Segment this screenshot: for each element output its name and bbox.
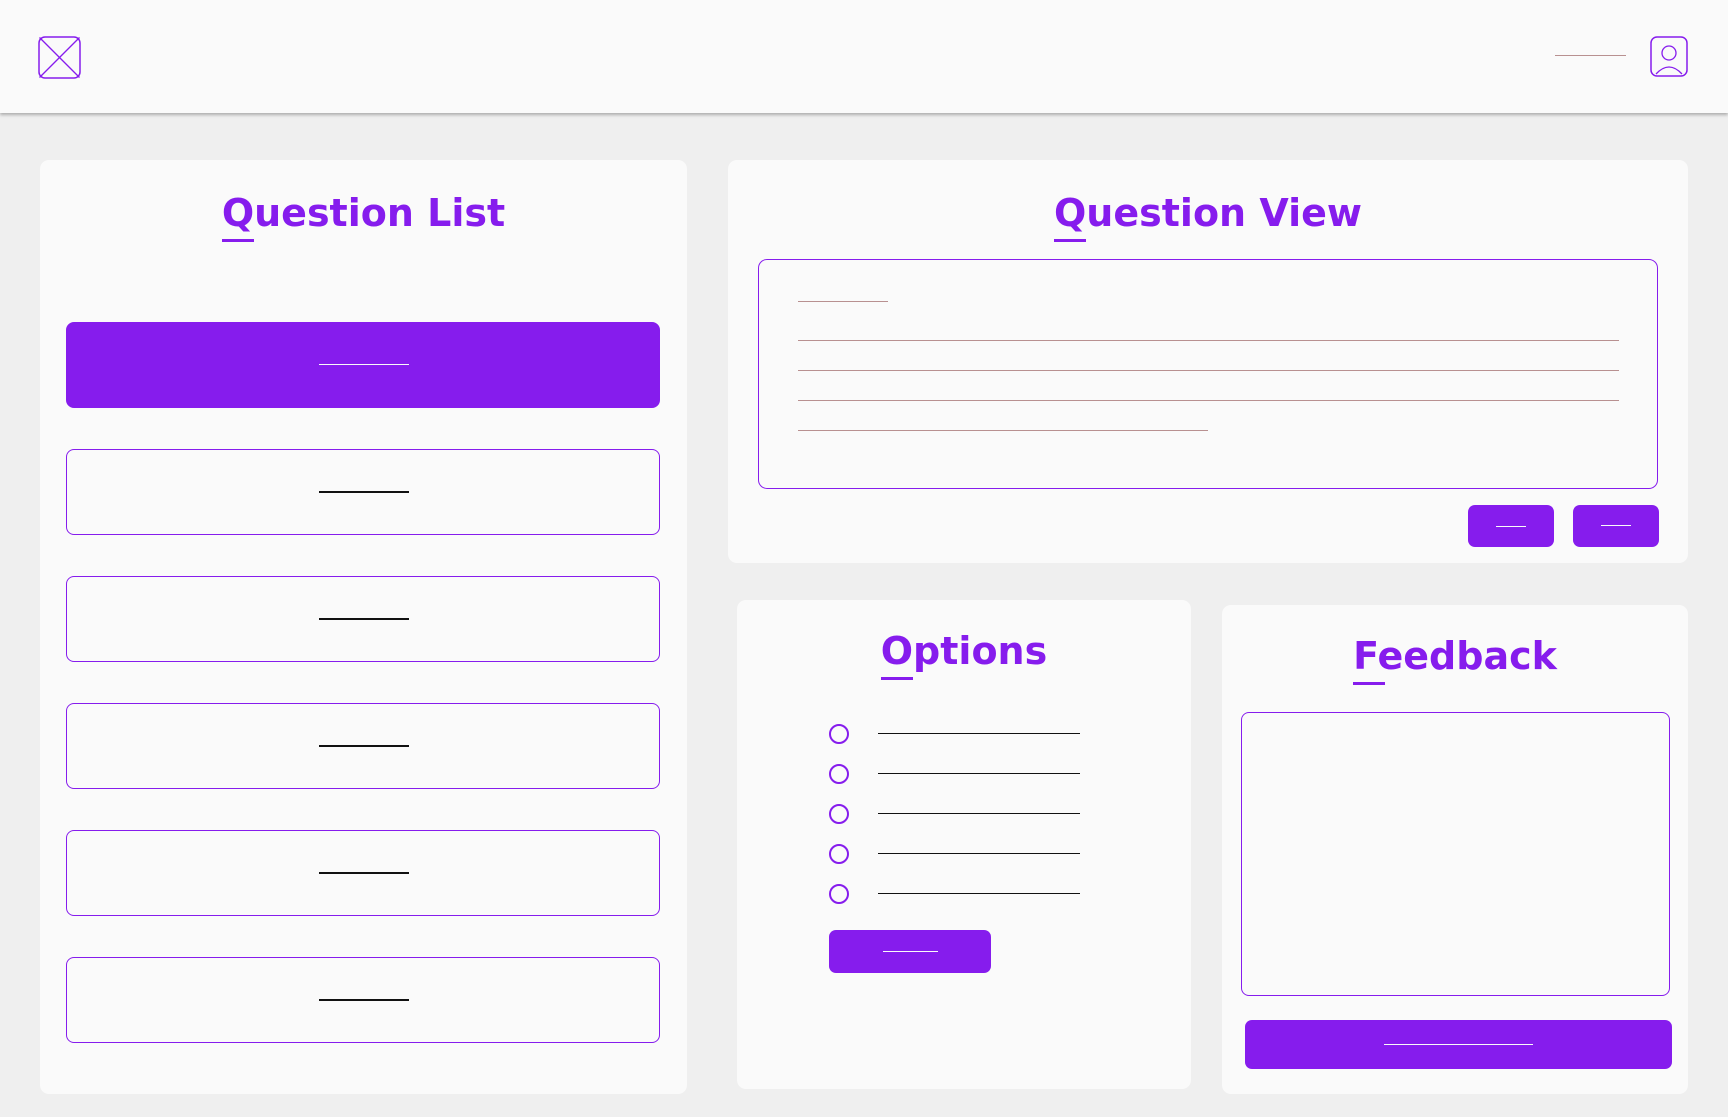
button-label-placeholder — [1384, 1044, 1533, 1045]
feedback-panel: Feedback — [1222, 605, 1688, 1094]
option-label-placeholder — [878, 773, 1080, 774]
question-text-box — [758, 259, 1658, 489]
submit-answer-button[interactable] — [829, 930, 991, 973]
question-text-line — [798, 340, 1619, 341]
question-label-placeholder — [319, 745, 409, 747]
option-label-placeholder — [878, 893, 1080, 894]
question-list-item[interactable] — [66, 576, 660, 662]
question-label-placeholder — [319, 491, 409, 493]
submit-feedback-button[interactable] — [1245, 1020, 1672, 1069]
question-label-placeholder — [319, 618, 409, 620]
question-list-item[interactable] — [66, 830, 660, 916]
question-list-title: Question List — [221, 191, 506, 242]
option-radio[interactable] — [829, 844, 849, 864]
question-list-item[interactable] — [66, 449, 660, 535]
option-radio[interactable] — [829, 884, 849, 904]
question-label-placeholder — [319, 872, 409, 874]
feedback-textarea[interactable] — [1241, 712, 1670, 996]
image-placeholder-icon[interactable] — [38, 36, 81, 79]
option-label-placeholder — [878, 733, 1080, 734]
question-list-item[interactable] — [66, 957, 660, 1043]
top-bar — [0, 0, 1728, 113]
button-label-placeholder — [883, 951, 938, 952]
option-label-placeholder — [878, 853, 1080, 854]
previous-button[interactable] — [1468, 505, 1554, 547]
button-label-placeholder — [1496, 526, 1526, 527]
options-title: Options — [880, 629, 1048, 680]
option-label-placeholder — [878, 813, 1080, 814]
button-label-placeholder — [1601, 525, 1631, 526]
options-panel: Options — [737, 600, 1191, 1089]
feedback-title: Feedback — [1353, 634, 1557, 685]
question-view-panel: Question View — [728, 160, 1688, 563]
option-radio[interactable] — [829, 724, 849, 744]
option-radio[interactable] — [829, 764, 849, 784]
question-list-item[interactable] — [66, 703, 660, 789]
user-avatar-icon[interactable] — [1650, 36, 1688, 77]
question-text-line — [798, 430, 1208, 431]
question-text-line — [798, 370, 1619, 371]
question-list-panel: Question List — [40, 160, 687, 1094]
question-view-title: Question View — [1054, 191, 1362, 242]
question-label-placeholder — [319, 364, 409, 365]
next-button[interactable] — [1573, 505, 1659, 547]
question-label-placeholder — [319, 999, 409, 1001]
question-text-line — [798, 400, 1619, 401]
user-name-placeholder — [1555, 55, 1626, 56]
question-list-item[interactable] — [66, 322, 660, 408]
question-heading-placeholder — [798, 301, 888, 302]
option-radio[interactable] — [829, 804, 849, 824]
